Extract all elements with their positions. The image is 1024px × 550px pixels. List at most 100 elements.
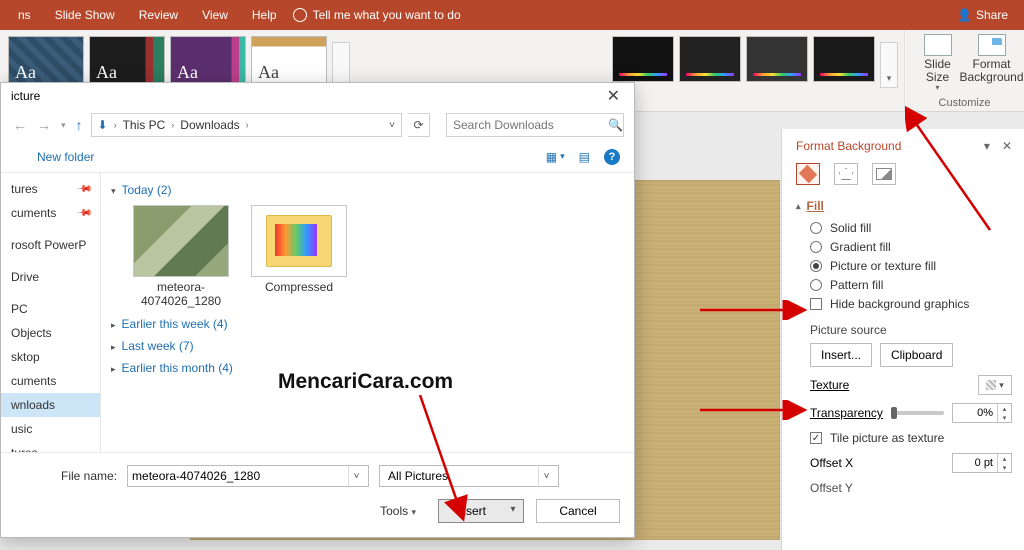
ribbon-tab[interactable]: ns — [6, 0, 43, 30]
sidebar-item[interactable]: tures📌 — [1, 177, 100, 201]
customize-group: Slide Size ▾ Format Background Customize — [904, 30, 1024, 111]
nav-fwd-icon[interactable]: → — [35, 117, 53, 133]
section-fill[interactable]: Fill — [796, 199, 1012, 213]
breadcrumb[interactable]: ⬇ › This PC › Downloads › ˅ — [91, 113, 402, 137]
file-item[interactable]: Compressed — [251, 205, 347, 309]
nav-back-icon[interactable]: ← — [11, 117, 29, 133]
sidebar-item[interactable]: sktop — [1, 345, 100, 369]
chevron-down-icon[interactable]: ˅ — [348, 466, 364, 486]
ribbon-tab-review[interactable]: Review — [127, 0, 190, 30]
image-thumbnail-icon — [133, 205, 229, 277]
texture-dropdown[interactable]: ▾ — [978, 375, 1012, 395]
ribbon-tabs: ns Slide Show Review View Help Tell me w… — [0, 0, 1024, 30]
search-input[interactable]: 🔍 — [446, 113, 624, 137]
chevron-down-icon[interactable]: ˅ — [389, 120, 395, 131]
texture-label: Texture — [810, 378, 849, 392]
sidebar-item[interactable]: PC — [1, 297, 100, 321]
sidebar-item[interactable]: cuments — [1, 369, 100, 393]
chevron-down-icon[interactable]: ˅ — [538, 466, 554, 486]
radio-solid-fill[interactable]: Solid fill — [810, 221, 1012, 235]
cancel-button[interactable]: Cancel — [536, 499, 620, 523]
ribbon-tab-help[interactable]: Help — [240, 0, 289, 30]
ribbon-tab-slideshow[interactable]: Slide Show — [43, 0, 127, 30]
group-earlier-week[interactable]: ▸Earlier this week (4) — [111, 317, 624, 331]
share-button[interactable]: 👤 Share — [957, 8, 1018, 22]
share-icon: 👤 — [957, 8, 972, 22]
group-last-week[interactable]: ▸Last week (7) — [111, 339, 624, 353]
tell-me[interactable]: Tell me what you want to do — [293, 8, 461, 22]
group-today[interactable]: ▸Today (2) — [111, 183, 624, 197]
file-name: meteora-4074026_1280 — [133, 281, 229, 309]
format-background-icon — [978, 34, 1006, 56]
file-item[interactable]: meteora-4074026_1280 — [133, 205, 229, 309]
sidebar-item-downloads[interactable]: wnloads — [1, 393, 100, 417]
transparency-label: Transparency — [810, 406, 883, 420]
file-name: Compressed — [251, 281, 347, 295]
group-label-customize: Customize — [939, 97, 991, 109]
chevron-down-icon: ▾ — [935, 84, 939, 93]
search-icon: 🔍 — [608, 118, 623, 132]
chevron-right-icon: › — [246, 120, 249, 130]
folder-icon — [251, 205, 347, 277]
panel-dropdown-icon[interactable]: ▾ — [984, 139, 990, 153]
downloads-folder-icon: ⬇ — [98, 118, 108, 132]
variant-thumb[interactable] — [679, 36, 741, 82]
sidebar-item[interactable]: Drive — [1, 265, 100, 289]
view-mode-dropdown[interactable]: ▦ ▾ — [546, 150, 565, 164]
chevron-down-icon[interactable]: ▾ — [503, 500, 523, 522]
file-type-dropdown[interactable]: All Pictures ˅ — [379, 465, 559, 487]
dialog-title: icture — [11, 89, 40, 103]
clipboard-button[interactable]: Clipboard — [880, 343, 953, 367]
new-folder-button[interactable]: New folder — [15, 150, 94, 164]
chevron-right-icon: › — [114, 120, 117, 130]
pin-icon: 📌 — [75, 205, 92, 222]
refresh-icon[interactable]: ⟳ — [408, 113, 430, 137]
offset-y-label: Offset Y — [810, 481, 853, 495]
check-tile[interactable]: Tile picture as texture — [810, 431, 1012, 445]
picture-tab-icon[interactable] — [872, 163, 896, 185]
filename-input[interactable]: ˅ — [127, 465, 369, 487]
check-hide-graphics[interactable]: Hide background graphics — [810, 297, 1012, 311]
breadcrumb-seg[interactable]: This PC — [123, 118, 166, 132]
chevron-right-icon: › — [171, 120, 174, 130]
variant-thumb[interactable] — [612, 36, 674, 82]
lightbulb-icon — [293, 8, 307, 22]
format-background-button[interactable]: Format Background — [968, 34, 1016, 93]
variant-thumb[interactable] — [746, 36, 808, 82]
breadcrumb-seg[interactable]: Downloads — [180, 118, 239, 132]
sidebar-item[interactable]: Objects — [1, 321, 100, 345]
help-icon[interactable]: ? — [604, 149, 620, 165]
sidebar-item[interactable]: cuments📌 — [1, 201, 100, 225]
insert-button[interactable]: Insert ▾ — [438, 499, 524, 523]
sidebar-item[interactable]: rosoft PowerP — [1, 233, 100, 257]
transparency-slider[interactable] — [891, 411, 944, 415]
preview-pane-button[interactable]: ▤ — [579, 150, 590, 164]
chevron-down-icon[interactable]: ▾ — [59, 120, 68, 131]
slide-size-icon — [924, 34, 952, 56]
variant-thumb[interactable] — [813, 36, 875, 82]
nav-up-icon[interactable]: ↑ — [74, 117, 85, 133]
effects-tab-icon[interactable] — [834, 163, 858, 185]
watermark-text: MencariCara.com — [278, 370, 453, 394]
sidebar-item[interactable]: usic — [1, 417, 100, 441]
filename-label: File name: — [61, 469, 117, 483]
close-icon[interactable]: ✕ — [603, 86, 624, 106]
fill-tab-icon[interactable] — [796, 163, 820, 185]
pin-icon: 📌 — [75, 181, 92, 198]
tell-me-label: Tell me what you want to do — [313, 8, 461, 22]
sidebar-item[interactable]: tures — [1, 441, 100, 452]
radio-pattern-fill[interactable]: Pattern fill — [810, 278, 1012, 292]
tools-dropdown[interactable]: Tools ▾ — [380, 504, 416, 518]
share-label: Share — [976, 8, 1008, 22]
format-background-label: Format Background — [959, 58, 1023, 84]
insert-picture-button[interactable]: Insert... — [810, 343, 872, 367]
slide-size-button[interactable]: Slide Size ▾ — [914, 34, 962, 93]
variants-more-button[interactable]: ▾ — [880, 42, 898, 88]
transparency-spinner[interactable]: ▴▾ — [952, 403, 1012, 423]
ribbon-tab-view[interactable]: View — [190, 0, 240, 30]
radio-gradient-fill[interactable]: Gradient fill — [810, 240, 1012, 254]
theme-aa: Aa — [96, 62, 117, 83]
offset-x-spinner[interactable]: ▴▾ — [952, 453, 1012, 473]
radio-picture-fill[interactable]: Picture or texture fill — [810, 259, 1012, 273]
panel-close-icon[interactable]: ✕ — [1002, 139, 1012, 153]
